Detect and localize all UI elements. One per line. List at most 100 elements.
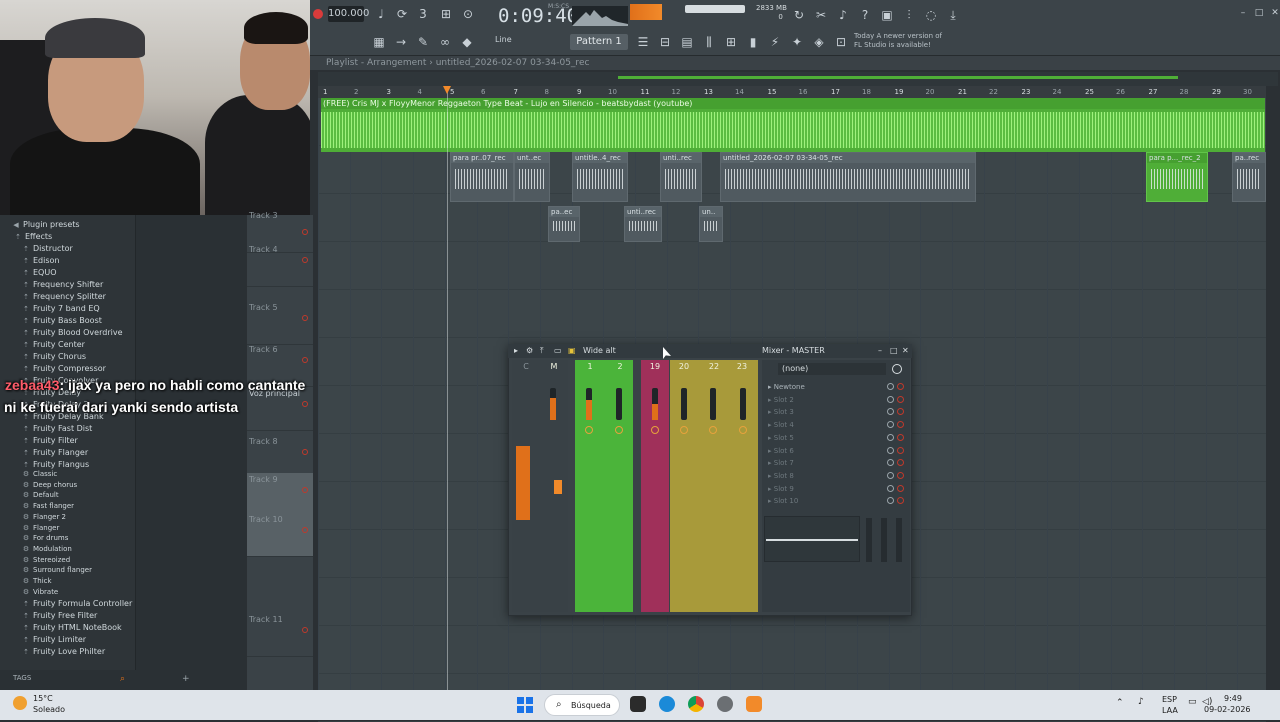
track-header[interactable]: Track 5: [247, 301, 313, 345]
effect-slot[interactable]: ▸ Slot 6: [768, 445, 908, 457]
plugin-item[interactable]: ⇡ Fruity Formula Controller: [0, 598, 136, 610]
stamp-icon[interactable]: ◆: [458, 33, 476, 51]
piano-icon[interactable]: ▦: [370, 33, 388, 51]
mixer-strip-insert-20-23[interactable]: 20 22 23: [670, 360, 758, 612]
piano-roll-icon[interactable]: ⊟: [656, 33, 674, 51]
track-header[interactable]: Track 11: [247, 613, 313, 657]
audio-clip[interactable]: untitled_2026-02-07 03-34-05_rec: [720, 152, 976, 202]
plugin-item[interactable]: ⇡ Fruity Limiter: [0, 634, 136, 646]
windows-start-icon[interactable]: [517, 697, 533, 713]
preset-item[interactable]: ⚙ Modulation: [0, 544, 136, 555]
refresh-icon[interactable]: ↻: [790, 6, 808, 24]
slot-mix-knob[interactable]: [887, 497, 894, 505]
playlist-scrollbar[interactable]: [318, 72, 1278, 86]
language-code[interactable]: ESP: [1162, 695, 1177, 704]
mixer-export-icon[interactable]: ⤒: [540, 344, 544, 358]
strip-knob[interactable]: [651, 426, 659, 434]
playlist-icon[interactable]: ☰: [634, 33, 652, 51]
weather-desc[interactable]: Soleado: [33, 705, 65, 714]
timeline-ruler[interactable]: 1 3 5 7 9 11 13 15 17 19 21 23 25 27 29 2 4 6 8 10 12 14 16 18 2…: [318, 86, 1266, 98]
slot-mix-knob[interactable]: [887, 459, 894, 467]
slot-mix-knob[interactable]: [887, 421, 894, 429]
preset-item[interactable]: ⚙ For drums: [0, 533, 136, 544]
audio-clip[interactable]: para p..._rec_2: [1146, 152, 1208, 202]
plugin-icon[interactable]: ▮: [744, 33, 762, 51]
metronome-icon[interactable]: ♩: [372, 5, 390, 23]
track-header[interactable]: Track 10: [247, 513, 313, 557]
effect-slot[interactable]: ▸ Slot 4: [768, 419, 908, 431]
input-select[interactable]: (none): [778, 363, 886, 375]
task-view-icon[interactable]: [630, 696, 646, 712]
playlist-lane[interactable]: [318, 242, 1266, 290]
track-mute-led[interactable]: [302, 487, 308, 493]
slot-enable-led[interactable]: [897, 433, 904, 441]
strip-knob[interactable]: [615, 426, 623, 434]
mixer-strip-master[interactable]: M: [540, 360, 568, 612]
mixer-layout-icon[interactable]: ▣: [568, 344, 576, 358]
effect-slot[interactable]: ▸ Newtone: [768, 381, 908, 393]
chat-icon[interactable]: ◌: [922, 6, 940, 24]
effect-slot[interactable]: ▸ Slot 10: [768, 495, 908, 507]
preset-item[interactable]: ⚙ Thick: [0, 576, 136, 587]
preset-item[interactable]: ⚙ Flanger 2: [0, 512, 136, 523]
mixer-strip-current[interactable]: C: [512, 360, 540, 612]
strip-knob[interactable]: [709, 426, 717, 434]
mixer-menu-icon[interactable]: ▸: [514, 344, 518, 358]
preset-item[interactable]: ⚙ Stereoized: [0, 555, 136, 566]
record-button[interactable]: [313, 9, 323, 19]
help-icon[interactable]: ?: [856, 6, 874, 24]
plugin-item[interactable]: ⇡ Frequency Splitter: [0, 291, 136, 303]
browser-header[interactable]: ◀ Plugin presets: [0, 219, 136, 231]
slot-mix-knob[interactable]: [887, 395, 894, 403]
slot-mix-knob[interactable]: [887, 408, 894, 416]
slot-enable-led[interactable]: [897, 408, 904, 416]
plugin-item[interactable]: ⇡ Fruity Filter: [0, 435, 136, 447]
pattern-selector[interactable]: Pattern 1: [570, 34, 628, 50]
step-icon[interactable]: 3: [414, 5, 432, 23]
playhead-line[interactable]: [447, 86, 448, 690]
plugin-item[interactable]: ⇡ Fruity Compressor: [0, 363, 136, 375]
track-mute-led[interactable]: [302, 527, 308, 533]
tools-icon[interactable]: ✦: [788, 33, 806, 51]
plugin-item[interactable]: ⇡ Fruity Free Filter: [0, 610, 136, 622]
cut-icon[interactable]: ✂: [812, 6, 830, 24]
link-icon[interactable]: ∞: [436, 33, 454, 51]
news-panel[interactable]: Today A newer version of FL Studio is ava…: [854, 32, 954, 50]
strip-knob[interactable]: [680, 426, 688, 434]
track-header[interactable]: Voz principal: [247, 387, 313, 431]
audio-clip[interactable]: pa..ec: [548, 206, 580, 242]
taskbar-date[interactable]: 09-02-2026: [1204, 705, 1251, 714]
plugin-item[interactable]: ⇡ Fruity Fast Dist: [0, 423, 136, 435]
slot-enable-led[interactable]: [897, 421, 904, 429]
mixer-tool-icon[interactable]: ⚙: [526, 344, 533, 358]
audio-clip[interactable]: unti..rec: [660, 152, 702, 202]
strip-fader[interactable]: [554, 480, 562, 494]
pencil-icon[interactable]: ✎: [414, 33, 432, 51]
mixer-preset[interactable]: Wide alt: [583, 344, 616, 358]
tempo-display[interactable]: 100.000: [328, 6, 369, 22]
scroll-thumb[interactable]: [618, 76, 1178, 79]
plugin-item[interactable]: ⇡ Fruity Bass Boost: [0, 315, 136, 327]
effect-slot[interactable]: ▸ Slot 5: [768, 432, 908, 444]
mixer-minimize-icon[interactable]: –: [878, 344, 882, 358]
slot-enable-led[interactable]: [897, 383, 904, 390]
audio-clip[interactable]: pa..rec: [1232, 152, 1266, 202]
track-header[interactable]: Track 4: [247, 243, 313, 287]
edge-icon[interactable]: [659, 696, 675, 712]
effect-slot[interactable]: ▸ Slot 3: [768, 406, 908, 418]
shop-icon[interactable]: ⊡: [832, 33, 850, 51]
arrow-right-icon[interactable]: →: [392, 33, 410, 51]
close-icon[interactable]: ✕: [1266, 4, 1280, 22]
slot-enable-led[interactable]: [897, 497, 904, 505]
slot-enable-led[interactable]: [897, 395, 904, 403]
slot-mix-knob[interactable]: [887, 471, 894, 479]
snap-mode[interactable]: Line: [495, 35, 512, 44]
save-icon[interactable]: ▣: [878, 6, 896, 24]
slot-enable-led[interactable]: [897, 471, 904, 479]
audio-clip[interactable]: unti..rec: [624, 206, 662, 242]
search-icon[interactable]: ⌕: [120, 674, 125, 684]
plugin-item[interactable]: ⇡ Distructor: [0, 243, 136, 255]
plugin-item[interactable]: ⇡ Fruity Flanger: [0, 447, 136, 459]
send-fader[interactable]: [881, 518, 887, 562]
weather-sun-icon[interactable]: [13, 696, 27, 710]
